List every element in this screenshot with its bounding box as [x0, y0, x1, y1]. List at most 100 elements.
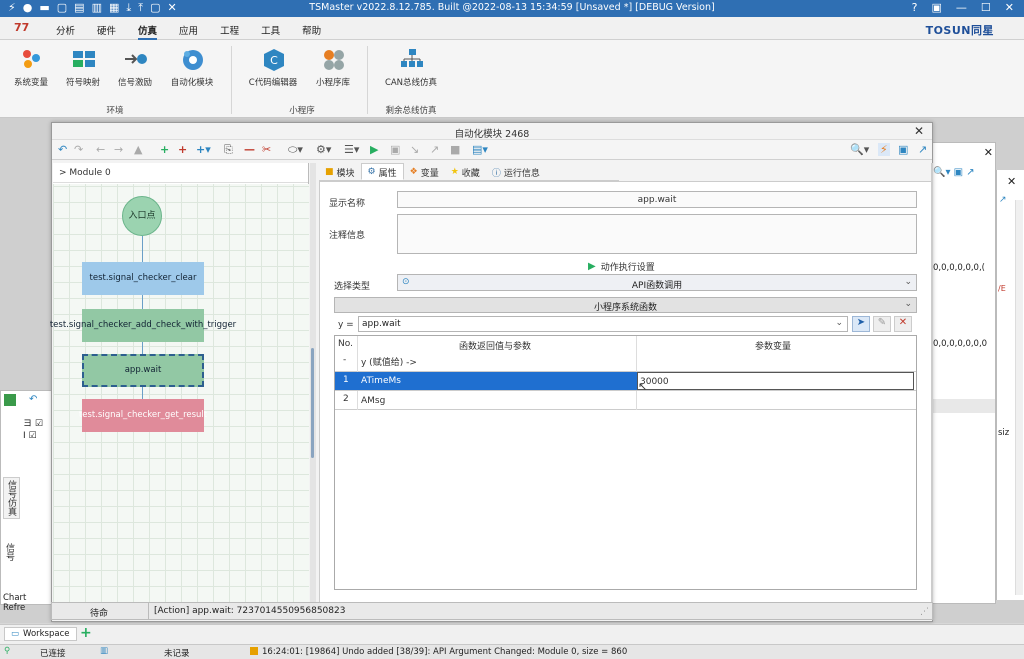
exec-settings-header[interactable]: ▶ 动作执行设置 — [588, 260, 655, 273]
api-function-value: app.wait — [362, 319, 401, 329]
automation-module-button[interactable]: 自动化模块 — [164, 48, 220, 88]
close-icon[interactable]: ✕ — [1007, 175, 1016, 188]
flow-connector — [142, 295, 143, 309]
pane-splitter[interactable] — [310, 163, 316, 603]
gear-icon[interactable]: ⚙▾ — [316, 143, 331, 156]
title-bar: ⚡ ● ▬ ▢ ▤ ▥ ▦ ⤓ ⤒ ▢ ✕ TSMaster v2022.8.1… — [0, 0, 1024, 17]
checkbox-row[interactable]: ヨ ☑ — [23, 416, 43, 429]
tab-favorites[interactable]: ★ 收藏 — [445, 163, 486, 180]
lightning-icon[interactable]: ⚡ — [878, 143, 890, 156]
tab-run-info[interactable]: ⓘ 运行信息 — [486, 163, 546, 180]
window-icon[interactable]: ▣ — [898, 143, 908, 156]
signal-stimulus-button[interactable]: 信号激励 — [112, 48, 158, 88]
flow-node-signal-checker-clear[interactable]: test.signal_checker_clear — [82, 262, 204, 295]
help-icon[interactable]: ? — [912, 1, 918, 14]
flow-node-add-check[interactable]: test.signal_checker_add_check_with_trigg… — [50, 309, 236, 342]
add-dropdown-icon[interactable]: +▾ — [196, 143, 211, 156]
menu-item[interactable]: 硬件 — [97, 23, 116, 40]
pointer-button[interactable]: ➤ — [852, 316, 870, 332]
undo-icon[interactable]: ↶ — [29, 394, 37, 405]
mini-program-library-button[interactable]: 小程序库 — [310, 48, 356, 88]
resize-grip-icon[interactable]: ⋰ — [920, 607, 929, 617]
edit-button[interactable]: ✎ — [873, 316, 891, 332]
checkbox-row[interactable]: I ☑ — [23, 431, 37, 441]
flow-node-app-wait[interactable]: app.wait — [82, 354, 204, 387]
menu-item[interactable]: 分析 — [56, 23, 75, 40]
menu-item[interactable]: 工程 — [220, 23, 239, 40]
close-icon[interactable]: ✕ — [1005, 1, 1014, 14]
status-divider — [148, 603, 149, 619]
panel-icon[interactable] — [4, 394, 16, 406]
param-value-input[interactable]: 30000 — [637, 372, 914, 390]
delete-button[interactable]: ✕ — [894, 316, 912, 332]
external-icon[interactable]: ↗ — [918, 143, 927, 156]
flow-canvas[interactable]: 入口点 test.signal_checker_clear test.signa… — [50, 184, 309, 603]
menu-item[interactable]: 仿真 — [138, 23, 158, 40]
entry-point-node[interactable]: 入口点 — [122, 196, 162, 236]
shape-dropdown-icon[interactable]: ⬭▾ — [288, 143, 303, 156]
close-icon[interactable]: ✕ — [984, 146, 993, 159]
step-icon[interactable]: ▣ — [390, 143, 400, 156]
layout-icon[interactable]: ▣ — [932, 1, 942, 14]
scrollbar[interactable] — [1015, 200, 1023, 595]
add-red-icon[interactable]: + — [178, 143, 187, 156]
undo-icon[interactable]: ↶ — [58, 143, 67, 156]
arrow-up-icon[interactable]: ▲ — [134, 143, 142, 156]
panel-toolbar[interactable]: 🔍▾ ▣ ↗ — [933, 167, 975, 178]
breadcrumb[interactable]: > Module 0 — [53, 163, 308, 183]
flow-node-get-result[interactable]: test.signal_checker_get_result — [79, 399, 207, 432]
dialog-title-bar: 自动化模块 2468 ✕ — [52, 123, 932, 140]
add-icon[interactable]: + — [160, 143, 169, 156]
tab-variables[interactable]: ❖ 变量 — [404, 163, 445, 180]
add-workspace-button[interactable]: + — [80, 625, 92, 641]
vertical-tab-signal[interactable]: 信号 — [3, 543, 16, 561]
remove-icon[interactable]: — — [244, 143, 255, 156]
arrow-right-icon[interactable]: → — [114, 143, 123, 156]
minimize-icon[interactable]: — — [956, 1, 967, 14]
automation-icon — [181, 48, 203, 70]
tab-workspace[interactable]: ▭ Workspace — [4, 627, 77, 641]
signal-icon — [124, 48, 147, 70]
comment-input[interactable] — [397, 214, 917, 254]
menu-item[interactable]: 工具 — [261, 23, 280, 40]
table-row[interactable]: 1 ATimeMs 30000 — [335, 372, 916, 391]
row-no: 2 — [343, 394, 349, 404]
select-type-dropdown[interactable]: ⊙ API函数调用 ⌄ — [397, 274, 917, 291]
menu-item[interactable]: 帮助 — [302, 23, 321, 40]
category-dropdown[interactable]: 小程序系统函数 ⌄ — [334, 297, 917, 313]
maximize-icon[interactable]: ☐ — [981, 1, 991, 14]
list-dropdown-icon[interactable]: ☰▾ — [344, 143, 359, 156]
stop-icon[interactable]: ■ — [450, 143, 460, 156]
tab-module[interactable]: ■ 模块 — [319, 163, 361, 180]
menu-item[interactable]: 应用 — [179, 23, 198, 40]
properties-pane: ■ 模块 ⚙ 属性 ❖ 变量 ★ 收藏 ⓘ 运行信息 显示名称 app.wait 注释信息… — [319, 163, 933, 603]
display-name-label: 显示名称 — [329, 199, 366, 209]
app-logo[interactable]: 77 — [14, 21, 29, 34]
step-out-icon[interactable]: ↗ — [430, 143, 439, 156]
step-into-icon[interactable]: ↘ — [410, 143, 419, 156]
system-variables-button[interactable]: 系统变量 — [8, 48, 54, 88]
tab-properties[interactable]: ⚙ 属性 — [360, 163, 404, 180]
symbol-mapping-button[interactable]: 符号映射 — [60, 48, 106, 88]
can-bus-sim-button[interactable]: CAN总线仿真 — [380, 48, 442, 88]
api-function-dropdown[interactable]: app.wait ⌄ — [358, 316, 848, 332]
vertical-tab-signal-sim[interactable]: 信号仿真 — [3, 477, 20, 519]
arrow-left-icon[interactable]: ← — [96, 143, 105, 156]
display-name-input[interactable]: app.wait — [397, 191, 917, 208]
cut-icon[interactable]: ✂ — [262, 143, 271, 156]
c-code-editor-button[interactable]: C C代码编辑器 — [242, 48, 304, 88]
row-param-name: ATimeMs — [361, 376, 401, 386]
close-icon[interactable]: ✕ — [914, 124, 924, 138]
run-icon[interactable]: ▶ — [370, 143, 378, 156]
doc-dropdown-icon[interactable]: ▤▾ — [472, 143, 488, 156]
record-status: 未记录 — [164, 649, 190, 659]
can-bus-icon — [400, 48, 423, 70]
category-value: 小程序系统函数 — [593, 303, 657, 313]
panel-toolbar[interactable]: ↗ — [999, 195, 1007, 205]
copy-icon[interactable]: ⎘ — [224, 143, 233, 156]
table-row[interactable]: 2 AMsg — [335, 391, 916, 410]
flow-connector — [142, 236, 143, 262]
grid-divider — [357, 336, 358, 372]
redo-icon[interactable]: ↷ — [74, 143, 83, 156]
search-icon[interactable]: 🔍▾ — [850, 143, 869, 156]
